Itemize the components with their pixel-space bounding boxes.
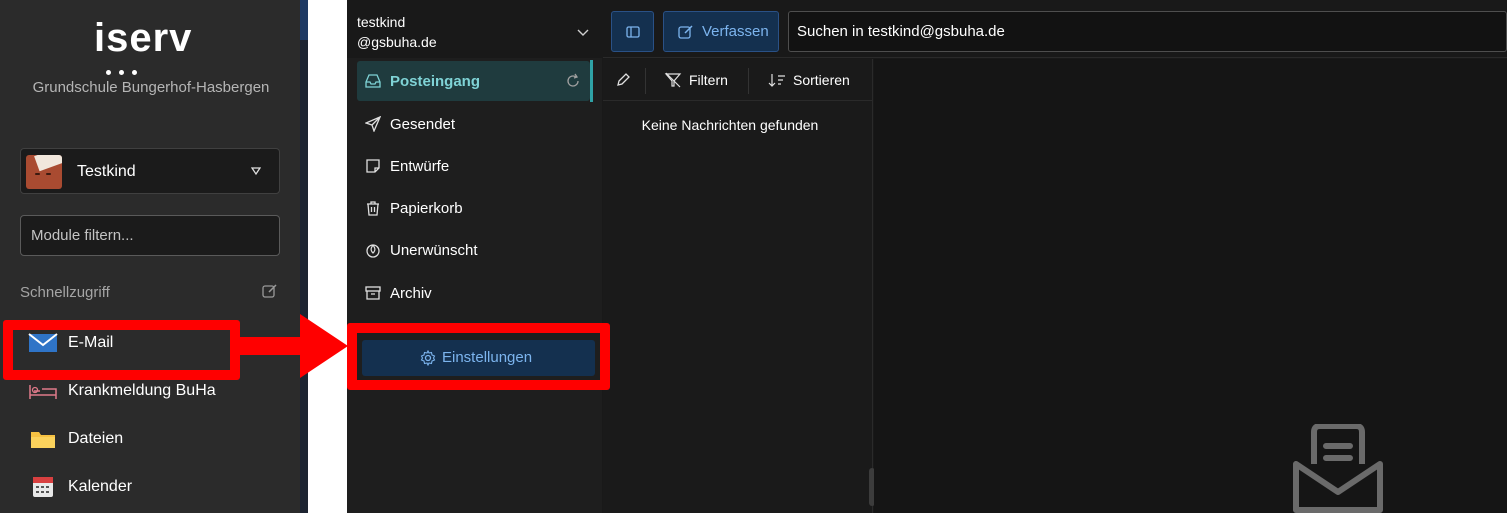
iserv-sidebar: iserv Grundschule Bungerhof-Hasbergen Te… [0, 0, 308, 513]
folder-label: Posteingang [390, 73, 481, 90]
active-folder-indicator [590, 60, 593, 102]
iserv-logo[interactable]: iserv [94, 16, 204, 75]
sidebar-item-label: Kalender [68, 478, 133, 495]
sidebar-edge-top [300, 0, 308, 40]
folder-label: Papierkorb [390, 200, 463, 217]
folder-spam[interactable]: Unerwünscht [357, 230, 590, 270]
pencil-icon[interactable] [615, 72, 631, 88]
inbox-icon [365, 74, 381, 88]
sort-button[interactable]: Sortieren [793, 72, 850, 88]
caret-down-icon [251, 167, 261, 176]
folder-icon [31, 432, 55, 448]
quick-access-label: Schnellzugriff [20, 284, 110, 301]
folder-archive[interactable]: Archiv [357, 273, 590, 313]
account-domain: @gsbuha.de [357, 34, 437, 50]
account-name: testkind [357, 14, 406, 30]
compose-icon [678, 25, 693, 39]
open-envelope-icon [1293, 424, 1383, 513]
spam-icon [366, 244, 380, 258]
avatar [26, 155, 62, 189]
sidebar-toggle-icon [626, 26, 640, 38]
sidebar-item-label: Krankmeldung BuHa [68, 382, 216, 399]
folder-label: Gesendet [390, 116, 456, 133]
calendar-icon [33, 477, 53, 497]
folder-label: Unerwünscht [390, 242, 478, 259]
module-filter-input[interactable] [20, 215, 280, 256]
logo-text: iserv [94, 16, 193, 60]
highlight-email [3, 320, 240, 380]
message-reader [874, 59, 1507, 513]
drafts-icon [366, 159, 380, 173]
highlight-arrow-head [300, 314, 348, 378]
sidebar-item-label: Dateien [68, 430, 124, 447]
folder-inbox[interactable]: Posteingang [357, 61, 590, 101]
bed-icon [29, 385, 57, 399]
mail-search-input[interactable] [788, 11, 1507, 52]
compose-label: Verfassen [702, 23, 769, 40]
trash-icon [367, 201, 379, 216]
filter-off-icon [664, 72, 682, 88]
logo-dots [106, 62, 146, 75]
folder-drafts[interactable]: Entwürfe [357, 146, 590, 186]
sidebar-edge [300, 0, 308, 513]
highlight-settings [347, 323, 610, 390]
compose-button[interactable]: Verfassen [663, 11, 779, 52]
school-name: Grundschule Bungerhof-Hasbergen [32, 79, 270, 96]
user-name: Testkind [77, 163, 136, 180]
toggle-sidebar-button[interactable] [611, 11, 654, 52]
sidebar-item-files[interactable]: Dateien [28, 424, 288, 454]
folder-label: Archiv [390, 285, 432, 302]
account-selector[interactable]: testkind @gsbuha.de [357, 12, 437, 52]
chevron-down-icon[interactable] [576, 27, 590, 37]
filter-button[interactable]: Filtern [689, 72, 728, 88]
refresh-icon[interactable] [565, 73, 581, 89]
sort-icon [768, 74, 785, 87]
folder-sent[interactable]: Gesendet [357, 104, 590, 144]
edit-icon[interactable] [262, 283, 278, 299]
archive-icon [365, 286, 381, 300]
folder-trash[interactable]: Papierkorb [357, 188, 590, 228]
sidebar-item-sick-note[interactable]: Krankmeldung BuHa [28, 376, 288, 406]
toolbar-divider [645, 68, 646, 94]
empty-message: Keine Nachrichten gefunden [641, 117, 819, 133]
user-switcher[interactable]: Testkind [20, 148, 280, 194]
folder-label: Entwürfe [390, 158, 450, 175]
send-icon [365, 116, 381, 132]
toolbar-divider [748, 68, 749, 94]
sidebar-item-calendar[interactable]: Kalender [28, 472, 288, 502]
